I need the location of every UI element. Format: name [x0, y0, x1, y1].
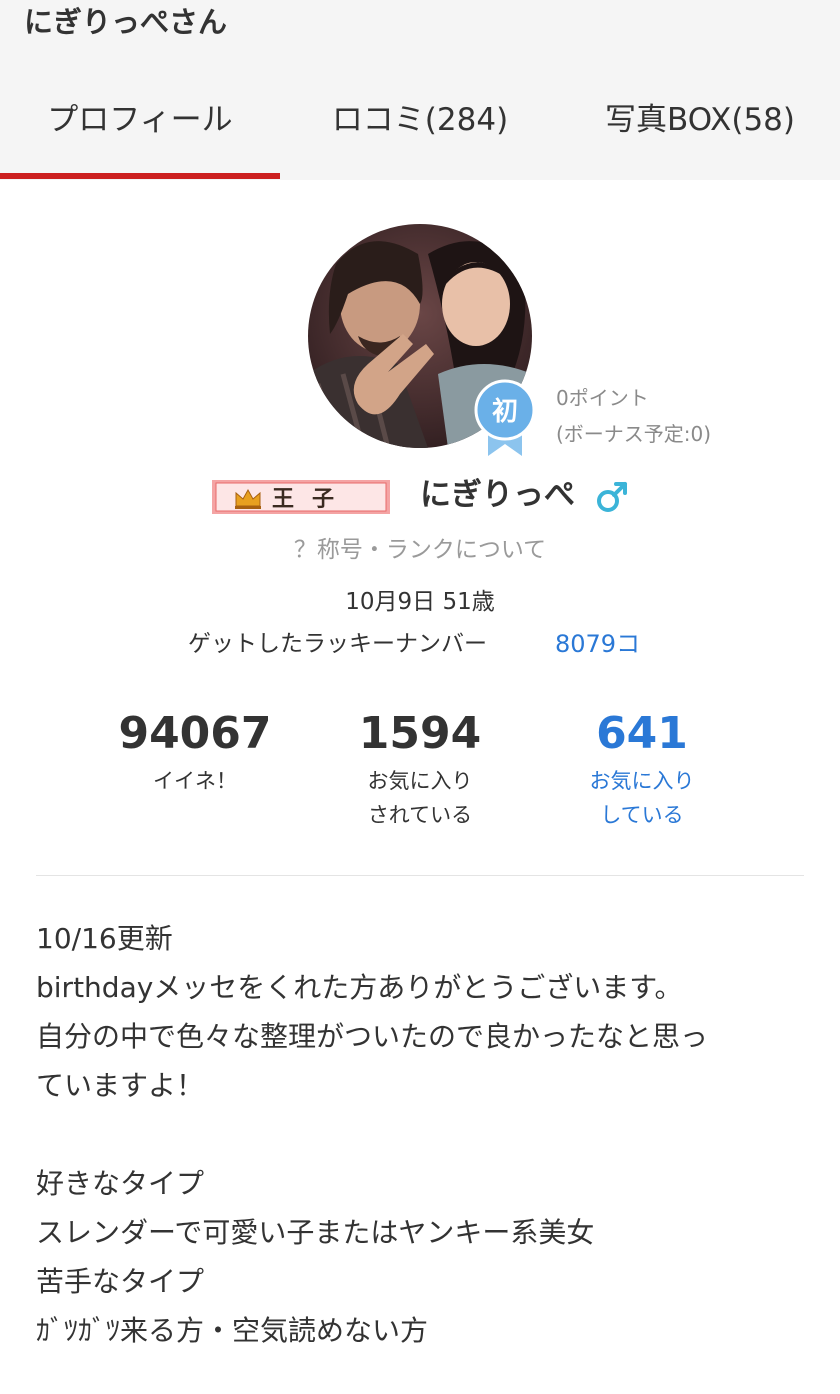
points-info: 0ポイント (ボーナス予定:0) — [556, 380, 711, 452]
stat-likes: 94067 イイネ！ — [75, 704, 315, 798]
bio-line: ｶﾞﾂｶﾞﾂ来る方・空気読めない方 — [36, 1314, 429, 1347]
bio-blank-line — [36, 1110, 826, 1159]
rank-title-text: 王子 — [272, 487, 352, 512]
bio-line: 苦手なタイプ — [36, 1265, 205, 1298]
bio-line: 自分の中で色々な整理がついたので良かったなと思っ — [36, 1020, 709, 1053]
favorited-by-label-2: されている — [367, 803, 473, 827]
active-tab-indicator — [0, 173, 280, 179]
username: にぎりっぺ — [420, 477, 575, 513]
section-divider — [36, 875, 804, 876]
bio-text: 10/16更新 birthdayメッセをくれた方ありがとうございます。 自分の中… — [36, 914, 826, 1355]
tab-reviews[interactable]: ロコミ(284) — [280, 96, 560, 144]
rank-info-link[interactable]: ？称号・ランクについて — [0, 530, 840, 570]
page-title: にぎりっぺさん — [24, 5, 228, 39]
lucky-number-value[interactable]: 8079コ — [555, 624, 640, 664]
favorites-label-1: お気に入り — [589, 769, 695, 793]
bio-line: ていますよ！ — [36, 1069, 205, 1102]
favorited-by-count: 1594 — [358, 708, 482, 759]
header-bar: にぎりっぺさん プロフィール ロコミ(284) 写真BOX(58) — [0, 0, 840, 180]
favorited-by-label-1: お気に入り — [367, 769, 473, 793]
tab-photo-box[interactable]: 写真BOX(58) — [560, 96, 840, 144]
birthday-age: 10月9日 51歳 — [345, 589, 495, 615]
bonus-value: (ボーナス予定:0) — [556, 422, 712, 446]
points-value: 0ポイント — [556, 386, 649, 410]
likes-label: イイネ！ — [153, 769, 237, 793]
badge-label: 初 — [492, 397, 518, 427]
rank-title-badge: 王子 — [212, 480, 390, 514]
stat-favorites[interactable]: 641 お気に入り している — [522, 704, 762, 832]
favorites-count: 641 — [596, 708, 688, 759]
favorites-label-2: している — [600, 803, 684, 827]
first-time-badge: 初 — [472, 378, 538, 458]
bio-line: 10/16更新 — [36, 922, 173, 955]
likes-count: 94067 — [118, 708, 272, 759]
tab-profile[interactable]: プロフィール — [0, 96, 280, 144]
bio-line: birthdayメッセをくれた方ありがとうございます。 — [36, 971, 683, 1004]
male-icon — [595, 480, 629, 514]
lucky-number-label: ゲットしたラッキーナンバー — [188, 631, 487, 657]
bio-line: スレンダーで可愛い子またはヤンキー系美女 — [36, 1216, 595, 1249]
bio-line: 好きなタイプ — [36, 1167, 205, 1200]
stat-favorited-by[interactable]: 1594 お気に入り されている — [300, 704, 540, 832]
